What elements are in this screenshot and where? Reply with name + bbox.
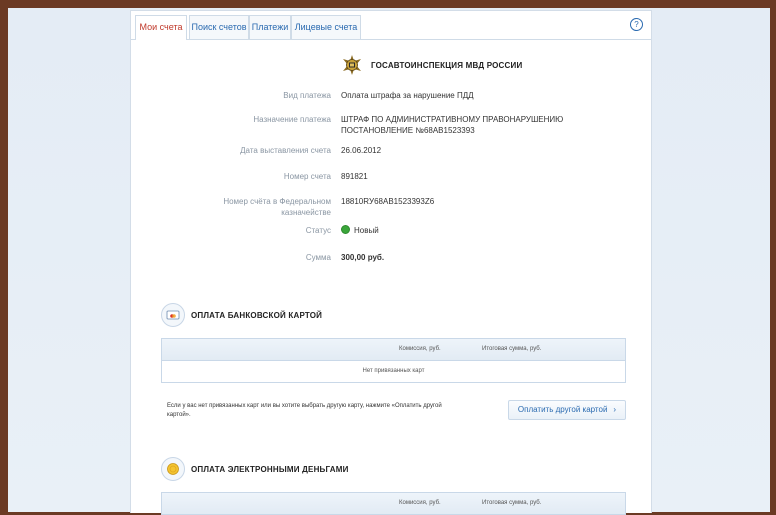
- police-emblem-icon: [341, 54, 363, 76]
- treasury-label-line: казначействе: [281, 208, 331, 217]
- help-icon[interactable]: ?: [630, 18, 643, 31]
- treasury-number-value: 18810RУ68АВ1523393Z6: [341, 197, 435, 206]
- invoice-panel: Мои счета Поиск счетов Платежи Лицевые с…: [130, 10, 652, 515]
- tab-payments[interactable]: Платежи: [249, 15, 291, 39]
- tab-search-invoices[interactable]: Поиск счетов: [189, 15, 249, 39]
- tab-personal-accounts[interactable]: Лицевые счета: [291, 15, 361, 39]
- column-total: Итоговая сумма, руб.: [482, 500, 542, 506]
- cards-table-header: Комиссия, руб. Итоговая сумма, руб.: [162, 339, 625, 361]
- amount-label: Сумма: [305, 253, 331, 262]
- amount-value: 300,00 руб.: [341, 253, 385, 262]
- pay-other-card-label: Оплатить другой картой: [517, 405, 608, 414]
- invoice-number-value: 891821: [341, 172, 368, 181]
- treasury-label-line: Номер счёта в Федеральном: [223, 197, 331, 206]
- payment-type-label: Вид платежа: [283, 91, 331, 100]
- payment-purpose-value: ШТРАФ ПО АДМИНИСТРАТИВНОМУ ПРАВОНАРУШЕНИ…: [341, 114, 641, 136]
- treasury-number-label: Номер счёта в Федеральном казначействе: [201, 196, 331, 218]
- status-dot-icon: [341, 225, 350, 234]
- emoney-coin-icon: [161, 457, 185, 481]
- tab-my-invoices[interactable]: Мои счета: [135, 15, 187, 40]
- bank-card-icon: [161, 303, 185, 327]
- organization-name: ГОСАВТОИНСПЕКЦИЯ МВД РОССИИ: [371, 60, 523, 70]
- payment-type-value: Оплата штрафа за нарушение ПДД: [341, 91, 474, 100]
- status-text: Новый: [354, 226, 379, 235]
- organization-header: ГОСАВТОИНСПЕКЦИЯ МВД РОССИИ: [341, 54, 522, 76]
- payment-purpose-line: ШТРАФ ПО АДМИНИСТРАТИВНОМУ ПРАВОНАРУШЕНИ…: [341, 115, 564, 124]
- card-hint-line: Если у вас нет привязанных карт или вы х…: [167, 403, 442, 409]
- card-hint-text: Если у вас нет привязанных карт или вы х…: [167, 402, 487, 420]
- payment-purpose-line: ПОСТАНОВЛЕНИЕ №68АВ1523393: [341, 126, 475, 135]
- invoice-number-label: Номер счета: [283, 172, 331, 181]
- status-label: Статус: [305, 226, 331, 235]
- emoney-payment-title: ОПЛАТА ЭЛЕКТРОННЫМИ ДЕНЬГАМИ: [191, 464, 349, 474]
- payment-purpose-label: Назначение платежа: [253, 115, 331, 124]
- tab-bar: Мои счета Поиск счетов Платежи Лицевые с…: [131, 11, 651, 40]
- card-hint-line: картой».: [167, 412, 191, 418]
- pay-other-card-button[interactable]: Оплатить другой картой ›: [508, 400, 626, 420]
- invoice-date-value: 26.06.2012: [341, 146, 382, 155]
- cards-table: Комиссия, руб. Итоговая сумма, руб. Нет …: [161, 338, 626, 383]
- emoney-payment-header: ОПЛАТА ЭЛЕКТРОННЫМИ ДЕНЬГАМИ: [161, 457, 349, 481]
- chevron-right-icon: ›: [613, 405, 617, 414]
- cards-empty-row: Нет привязанных карт: [362, 368, 425, 374]
- status-value: Новый: [341, 225, 641, 236]
- column-fee: Комиссия, руб.: [399, 500, 441, 506]
- invoice-date-label: Дата выставления счета: [240, 146, 331, 155]
- card-payment-header: ОПЛАТА БАНКОВСКОЙ КАРТОЙ: [161, 303, 322, 327]
- card-payment-title: ОПЛАТА БАНКОВСКОЙ КАРТОЙ: [191, 310, 323, 320]
- column-fee: Комиссия, руб.: [399, 346, 441, 352]
- column-total: Итоговая сумма, руб.: [482, 346, 542, 352]
